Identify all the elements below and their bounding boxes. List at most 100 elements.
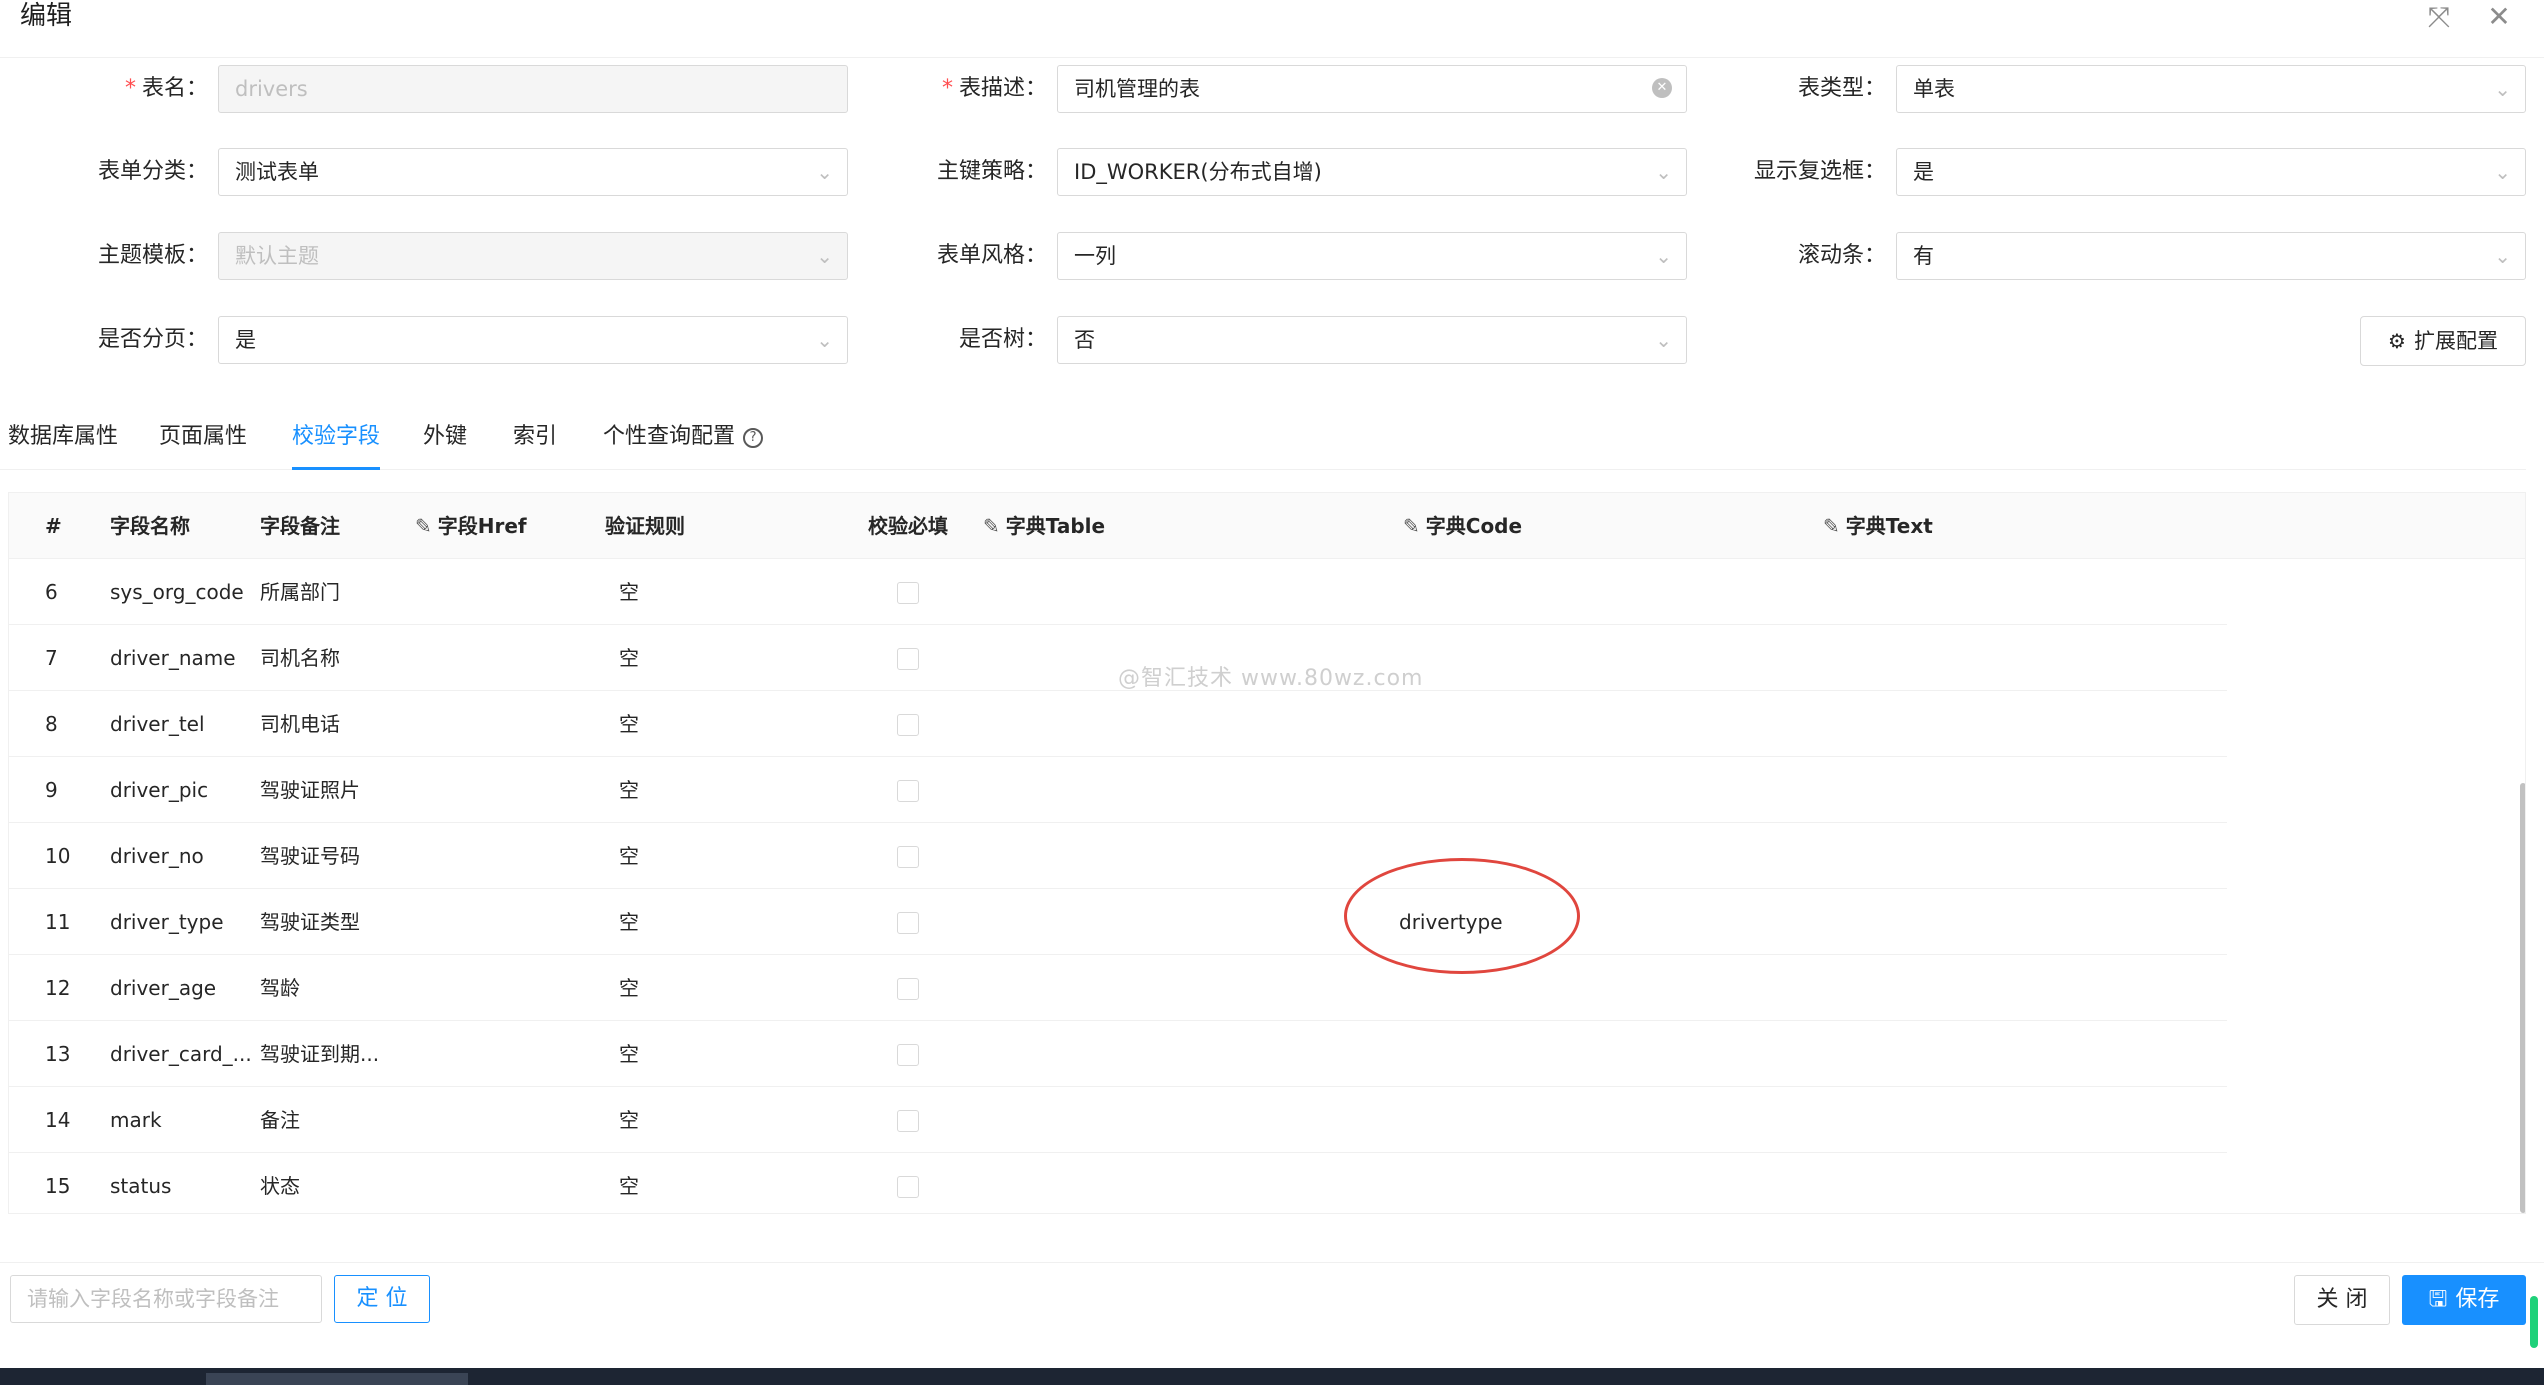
save-label: 保存 bbox=[2455, 1287, 2500, 1312]
row-validation-rule[interactable]: 空 bbox=[619, 625, 639, 691]
table-row: 15 status 状态 空 bbox=[9, 1153, 2227, 1213]
row-field-name: mark bbox=[110, 1108, 162, 1132]
scrollbar-thumb[interactable] bbox=[2520, 783, 2525, 1213]
row-validation-rule[interactable]: 空 bbox=[619, 955, 639, 1021]
col-dict-code[interactable]: ✎ 字典Code bbox=[1403, 493, 1522, 559]
save-button[interactable]: 🖫 保存 bbox=[2402, 1275, 2526, 1325]
table-row: 10 driver_no 驾驶证号码 空 bbox=[9, 823, 2227, 889]
row-field-name: driver_card_... bbox=[110, 1042, 252, 1066]
validation-fields-table: # 字段名称 字段备注 ✎ 字段Href 验证规则 校验必填 ✎ 字典Table ✎… bbox=[8, 492, 2526, 1214]
paging-select[interactable]: 是 ⌄ bbox=[218, 316, 848, 364]
row-field-remark: 驾龄 bbox=[260, 976, 300, 1000]
col-index: # bbox=[45, 514, 62, 538]
row-validation-rule[interactable]: 空 bbox=[619, 889, 639, 955]
row-validation-rule[interactable]: 空 bbox=[619, 823, 639, 889]
theme-template-label: 主题模板： bbox=[97, 243, 208, 268]
chevron-down-icon: ⌄ bbox=[1655, 328, 1672, 352]
pk-strategy-value: ID_WORKER(分布式自增) bbox=[1074, 160, 1322, 184]
form-style-select[interactable]: 一列 ⌄ bbox=[1057, 232, 1687, 280]
row-validation-rule[interactable]: 空 bbox=[619, 691, 639, 757]
edit-icon: ✎ bbox=[415, 514, 432, 538]
tab-custom-query-label: 个性查询配置 bbox=[603, 424, 736, 449]
floating-indicator bbox=[2530, 1296, 2538, 1348]
ext-config-button[interactable]: ⚙ 扩展配置 bbox=[2360, 316, 2526, 366]
question-icon[interactable]: ? bbox=[743, 428, 764, 448]
tab-page-properties[interactable]: 页面属性 bbox=[159, 418, 247, 470]
col-dict-text[interactable]: ✎ 字典Text bbox=[1823, 493, 1933, 559]
row-index: 11 bbox=[45, 910, 71, 934]
row-field-remark: 驾驶证号码 bbox=[260, 844, 360, 868]
row-index: 14 bbox=[45, 1108, 71, 1132]
taskbar-item[interactable] bbox=[206, 1373, 468, 1385]
is-tree-label: 是否树： bbox=[958, 327, 1047, 352]
form-category-value: 测试表单 bbox=[235, 160, 319, 184]
table-type-value: 单表 bbox=[1913, 77, 1955, 101]
scrollbar-label: 滚动条： bbox=[1797, 243, 1886, 268]
tab-bar: 数据库属性 页面属性 校验字段 外键 索引 个性查询配置? bbox=[0, 418, 2526, 470]
scrollbar-select[interactable]: 有 ⌄ bbox=[1896, 232, 2526, 280]
row-field-name: driver_type bbox=[110, 910, 224, 934]
required-checkbox[interactable] bbox=[897, 1110, 919, 1132]
paging-label: 是否分页： bbox=[97, 327, 208, 352]
clear-icon[interactable]: ✕ bbox=[1652, 78, 1672, 98]
theme-template-select[interactable]: 默认主题 ⌄ bbox=[218, 232, 848, 280]
locate-button[interactable]: 定 位 bbox=[334, 1275, 430, 1323]
col-validation-rule: 验证规则 bbox=[605, 514, 685, 538]
fullscreen-icon[interactable]: ⤧ bbox=[2424, 2, 2454, 32]
table-type-select[interactable]: 单表 ⌄ bbox=[1896, 65, 2526, 113]
row-validation-rule[interactable]: 空 bbox=[619, 1021, 639, 1087]
required-checkbox[interactable] bbox=[897, 978, 919, 1000]
row-field-name: sys_org_code bbox=[110, 580, 244, 604]
table-type-label: 表类型： bbox=[1797, 76, 1886, 101]
table-row: 11 driver_type 驾驶证类型空 drivertype bbox=[9, 889, 2227, 955]
required-checkbox[interactable] bbox=[897, 780, 919, 802]
required-checkbox[interactable] bbox=[897, 1044, 919, 1066]
tab-validation-fields[interactable]: 校验字段 bbox=[292, 418, 381, 470]
row-index: 8 bbox=[45, 712, 58, 736]
required-checkbox[interactable] bbox=[897, 648, 919, 670]
tab-custom-query[interactable]: 个性查询配置? bbox=[603, 418, 764, 470]
col-field-href[interactable]: ✎ 字段Href bbox=[415, 493, 527, 559]
tab-db-properties[interactable]: 数据库属性 bbox=[8, 418, 118, 470]
required-checkbox[interactable] bbox=[897, 582, 919, 604]
form-style-value: 一列 bbox=[1074, 244, 1116, 268]
table-name-input[interactable]: drivers bbox=[218, 65, 848, 113]
required-checkbox[interactable] bbox=[897, 912, 919, 934]
row-field-name: driver_tel bbox=[110, 712, 205, 736]
pk-strategy-select[interactable]: ID_WORKER(分布式自增) ⌄ bbox=[1057, 148, 1687, 196]
col-dict-table[interactable]: ✎ 字典Table bbox=[983, 493, 1105, 559]
pk-strategy-label: 主键策略： bbox=[936, 159, 1047, 184]
col-field-name: 字段名称 bbox=[110, 514, 190, 538]
table-desc-input[interactable]: 司机管理的表 ✕ bbox=[1057, 65, 1687, 113]
required-checkbox[interactable] bbox=[897, 714, 919, 736]
is-tree-select[interactable]: 否 ⌄ bbox=[1057, 316, 1687, 364]
tab-indexes[interactable]: 索引 bbox=[513, 418, 557, 470]
row-index: 12 bbox=[45, 976, 71, 1000]
row-field-name: driver_pic bbox=[110, 778, 209, 802]
dialog-title: 编辑 bbox=[20, 1, 73, 31]
table-header: # 字段名称 字段备注 ✎ 字段Href 验证规则 校验必填 ✎ 字典Table ✎… bbox=[9, 493, 2525, 559]
row-validation-rule[interactable]: 空 bbox=[619, 1087, 639, 1153]
row-validation-rule[interactable]: 空 bbox=[619, 1153, 639, 1213]
row-validation-rule[interactable]: 空 bbox=[619, 757, 639, 823]
required-checkbox[interactable] bbox=[897, 846, 919, 868]
dialog-titlebar: 编辑 ⤧ ✕ bbox=[0, 0, 2544, 58]
chevron-down-icon: ⌄ bbox=[816, 244, 833, 268]
tab-foreign-keys[interactable]: 外键 bbox=[423, 418, 467, 470]
form-category-select[interactable]: 测试表单 ⌄ bbox=[218, 148, 848, 196]
required-mark: * bbox=[124, 76, 136, 101]
row-field-name: driver_name bbox=[110, 646, 236, 670]
row-index: 13 bbox=[45, 1042, 71, 1066]
chevron-down-icon: ⌄ bbox=[1655, 160, 1672, 184]
table-row: 8 driver_tel 司机电话 空 bbox=[9, 691, 2227, 757]
row-validation-rule[interactable]: 空 bbox=[619, 559, 639, 625]
dialog-footer: 请输入字段名称或字段备注 定 位 关 闭 🖫 保存 bbox=[0, 1262, 2544, 1338]
close-icon[interactable]: ✕ bbox=[2484, 2, 2514, 32]
row-field-remark: 司机名称 bbox=[260, 646, 340, 670]
edit-icon: ✎ bbox=[1823, 514, 1840, 538]
required-checkbox[interactable] bbox=[897, 1176, 919, 1198]
show-checkbox-select[interactable]: 是 ⌄ bbox=[1896, 148, 2526, 196]
edit-icon: ✎ bbox=[983, 514, 1000, 538]
locate-input[interactable]: 请输入字段名称或字段备注 bbox=[10, 1275, 322, 1323]
close-button[interactable]: 关 闭 bbox=[2294, 1275, 2390, 1325]
